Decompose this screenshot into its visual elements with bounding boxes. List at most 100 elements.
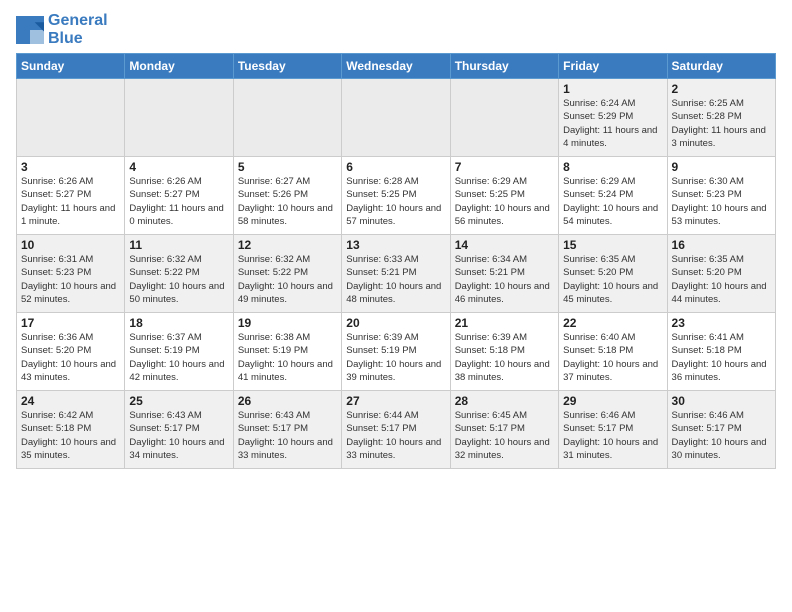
day-number: 9	[672, 160, 771, 174]
calendar-day-cell	[17, 79, 125, 157]
calendar-day-cell: 28Sunrise: 6:45 AM Sunset: 5:17 PM Dayli…	[450, 391, 558, 469]
day-number: 17	[21, 316, 120, 330]
logo-icon	[16, 16, 44, 44]
calendar-day-cell: 11Sunrise: 6:32 AM Sunset: 5:22 PM Dayli…	[125, 235, 233, 313]
calendar-day-cell: 17Sunrise: 6:36 AM Sunset: 5:20 PM Dayli…	[17, 313, 125, 391]
day-info: Sunrise: 6:39 AM Sunset: 5:19 PM Dayligh…	[346, 331, 445, 384]
day-number: 14	[455, 238, 554, 252]
day-number: 18	[129, 316, 228, 330]
header: General Blue	[16, 12, 776, 47]
calendar-day-cell	[125, 79, 233, 157]
calendar-day-cell: 22Sunrise: 6:40 AM Sunset: 5:18 PM Dayli…	[559, 313, 667, 391]
calendar-day-cell: 25Sunrise: 6:43 AM Sunset: 5:17 PM Dayli…	[125, 391, 233, 469]
day-info: Sunrise: 6:44 AM Sunset: 5:17 PM Dayligh…	[346, 409, 445, 462]
calendar-day-cell: 13Sunrise: 6:33 AM Sunset: 5:21 PM Dayli…	[342, 235, 450, 313]
day-info: Sunrise: 6:43 AM Sunset: 5:17 PM Dayligh…	[129, 409, 228, 462]
day-info: Sunrise: 6:33 AM Sunset: 5:21 PM Dayligh…	[346, 253, 445, 306]
calendar-table: SundayMondayTuesdayWednesdayThursdayFrid…	[16, 53, 776, 469]
weekday-header: Tuesday	[233, 54, 341, 79]
calendar-week-row: 24Sunrise: 6:42 AM Sunset: 5:18 PM Dayli…	[17, 391, 776, 469]
day-number: 12	[238, 238, 337, 252]
day-number: 11	[129, 238, 228, 252]
weekday-header: Sunday	[17, 54, 125, 79]
calendar-day-cell	[233, 79, 341, 157]
day-number: 8	[563, 160, 662, 174]
weekday-header: Friday	[559, 54, 667, 79]
calendar-week-row: 17Sunrise: 6:36 AM Sunset: 5:20 PM Dayli…	[17, 313, 776, 391]
day-info: Sunrise: 6:41 AM Sunset: 5:18 PM Dayligh…	[672, 331, 771, 384]
day-number: 26	[238, 394, 337, 408]
day-number: 3	[21, 160, 120, 174]
day-number: 5	[238, 160, 337, 174]
day-number: 29	[563, 394, 662, 408]
weekday-header: Monday	[125, 54, 233, 79]
day-info: Sunrise: 6:32 AM Sunset: 5:22 PM Dayligh…	[238, 253, 337, 306]
calendar-day-cell: 29Sunrise: 6:46 AM Sunset: 5:17 PM Dayli…	[559, 391, 667, 469]
day-info: Sunrise: 6:30 AM Sunset: 5:23 PM Dayligh…	[672, 175, 771, 228]
day-info: Sunrise: 6:45 AM Sunset: 5:17 PM Dayligh…	[455, 409, 554, 462]
day-info: Sunrise: 6:34 AM Sunset: 5:21 PM Dayligh…	[455, 253, 554, 306]
calendar-day-cell: 6Sunrise: 6:28 AM Sunset: 5:25 PM Daylig…	[342, 157, 450, 235]
calendar-day-cell: 15Sunrise: 6:35 AM Sunset: 5:20 PM Dayli…	[559, 235, 667, 313]
calendar-day-cell: 1Sunrise: 6:24 AM Sunset: 5:29 PM Daylig…	[559, 79, 667, 157]
day-info: Sunrise: 6:26 AM Sunset: 5:27 PM Dayligh…	[21, 175, 120, 228]
day-info: Sunrise: 6:37 AM Sunset: 5:19 PM Dayligh…	[129, 331, 228, 384]
day-number: 27	[346, 394, 445, 408]
calendar-day-cell: 4Sunrise: 6:26 AM Sunset: 5:27 PM Daylig…	[125, 157, 233, 235]
calendar-day-cell: 30Sunrise: 6:46 AM Sunset: 5:17 PM Dayli…	[667, 391, 775, 469]
day-number: 22	[563, 316, 662, 330]
day-info: Sunrise: 6:24 AM Sunset: 5:29 PM Dayligh…	[563, 97, 662, 150]
day-number: 1	[563, 82, 662, 96]
day-info: Sunrise: 6:25 AM Sunset: 5:28 PM Dayligh…	[672, 97, 771, 150]
day-number: 19	[238, 316, 337, 330]
calendar-day-cell: 14Sunrise: 6:34 AM Sunset: 5:21 PM Dayli…	[450, 235, 558, 313]
calendar-week-row: 10Sunrise: 6:31 AM Sunset: 5:23 PM Dayli…	[17, 235, 776, 313]
day-number: 4	[129, 160, 228, 174]
day-info: Sunrise: 6:35 AM Sunset: 5:20 PM Dayligh…	[563, 253, 662, 306]
day-info: Sunrise: 6:46 AM Sunset: 5:17 PM Dayligh…	[563, 409, 662, 462]
logo: General Blue	[16, 12, 108, 47]
day-number: 2	[672, 82, 771, 96]
day-number: 10	[21, 238, 120, 252]
day-info: Sunrise: 6:32 AM Sunset: 5:22 PM Dayligh…	[129, 253, 228, 306]
day-info: Sunrise: 6:43 AM Sunset: 5:17 PM Dayligh…	[238, 409, 337, 462]
day-number: 25	[129, 394, 228, 408]
calendar-day-cell: 23Sunrise: 6:41 AM Sunset: 5:18 PM Dayli…	[667, 313, 775, 391]
calendar-day-cell: 19Sunrise: 6:38 AM Sunset: 5:19 PM Dayli…	[233, 313, 341, 391]
logo-text: General Blue	[48, 12, 108, 47]
day-number: 16	[672, 238, 771, 252]
day-number: 24	[21, 394, 120, 408]
calendar-day-cell: 18Sunrise: 6:37 AM Sunset: 5:19 PM Dayli…	[125, 313, 233, 391]
day-number: 15	[563, 238, 662, 252]
day-info: Sunrise: 6:36 AM Sunset: 5:20 PM Dayligh…	[21, 331, 120, 384]
day-info: Sunrise: 6:27 AM Sunset: 5:26 PM Dayligh…	[238, 175, 337, 228]
calendar-day-cell: 5Sunrise: 6:27 AM Sunset: 5:26 PM Daylig…	[233, 157, 341, 235]
day-info: Sunrise: 6:39 AM Sunset: 5:18 PM Dayligh…	[455, 331, 554, 384]
day-number: 28	[455, 394, 554, 408]
day-info: Sunrise: 6:35 AM Sunset: 5:20 PM Dayligh…	[672, 253, 771, 306]
calendar-day-cell: 2Sunrise: 6:25 AM Sunset: 5:28 PM Daylig…	[667, 79, 775, 157]
calendar-day-cell: 21Sunrise: 6:39 AM Sunset: 5:18 PM Dayli…	[450, 313, 558, 391]
page-container: General Blue SundayMondayTuesdayWednesda…	[0, 0, 792, 612]
day-number: 23	[672, 316, 771, 330]
weekday-header: Wednesday	[342, 54, 450, 79]
day-number: 21	[455, 316, 554, 330]
calendar-day-cell: 3Sunrise: 6:26 AM Sunset: 5:27 PM Daylig…	[17, 157, 125, 235]
calendar-day-cell: 12Sunrise: 6:32 AM Sunset: 5:22 PM Dayli…	[233, 235, 341, 313]
calendar-day-cell: 20Sunrise: 6:39 AM Sunset: 5:19 PM Dayli…	[342, 313, 450, 391]
day-info: Sunrise: 6:26 AM Sunset: 5:27 PM Dayligh…	[129, 175, 228, 228]
calendar-day-cell: 24Sunrise: 6:42 AM Sunset: 5:18 PM Dayli…	[17, 391, 125, 469]
calendar-header-row: SundayMondayTuesdayWednesdayThursdayFrid…	[17, 54, 776, 79]
calendar-day-cell: 26Sunrise: 6:43 AM Sunset: 5:17 PM Dayli…	[233, 391, 341, 469]
day-info: Sunrise: 6:38 AM Sunset: 5:19 PM Dayligh…	[238, 331, 337, 384]
day-number: 20	[346, 316, 445, 330]
day-info: Sunrise: 6:28 AM Sunset: 5:25 PM Dayligh…	[346, 175, 445, 228]
day-info: Sunrise: 6:46 AM Sunset: 5:17 PM Dayligh…	[672, 409, 771, 462]
day-number: 6	[346, 160, 445, 174]
day-number: 13	[346, 238, 445, 252]
day-number: 7	[455, 160, 554, 174]
weekday-header: Saturday	[667, 54, 775, 79]
day-info: Sunrise: 6:40 AM Sunset: 5:18 PM Dayligh…	[563, 331, 662, 384]
day-info: Sunrise: 6:31 AM Sunset: 5:23 PM Dayligh…	[21, 253, 120, 306]
calendar-day-cell: 8Sunrise: 6:29 AM Sunset: 5:24 PM Daylig…	[559, 157, 667, 235]
